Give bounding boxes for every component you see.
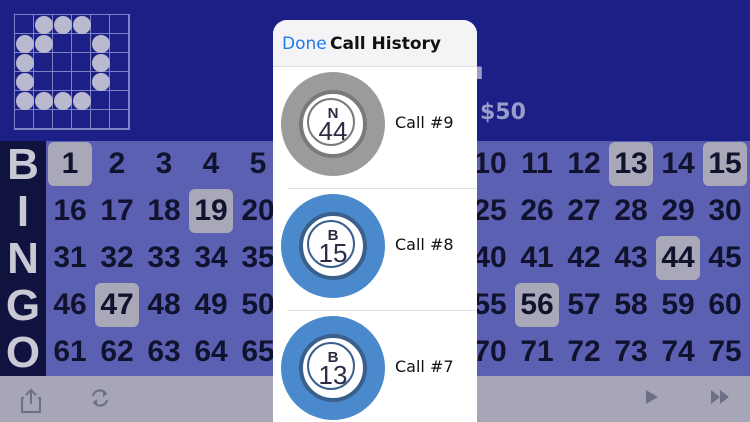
call-history-panel: Done Call History N 44 Call #9 B 15 Call #8 B 1…: [273, 20, 477, 422]
call-label: Call #8: [395, 235, 454, 254]
bingo-ball: B 13: [281, 316, 385, 420]
bingo-ball: B 15: [281, 194, 385, 298]
ball-center: B 15: [307, 220, 355, 268]
ball-center: B 13: [307, 342, 355, 390]
ball-ring: B 13: [299, 334, 367, 402]
ball-ring: B 15: [299, 212, 367, 280]
done-button[interactable]: Done: [282, 34, 327, 54]
call-label: Call #7: [395, 357, 454, 376]
ball-number: 15: [318, 238, 348, 268]
ball-center: N 44: [307, 98, 355, 146]
call-label: Call #9: [395, 113, 454, 132]
call-history-header: Done Call History: [273, 20, 477, 67]
ball-number: 44: [318, 116, 348, 146]
bingo-ball: N 44: [281, 72, 385, 176]
call-history-row[interactable]: B 15 Call #8: [273, 189, 477, 311]
ball-number: 13: [318, 360, 348, 390]
call-history-row[interactable]: B 13 Call #7: [273, 311, 477, 422]
ball-ring: N 44: [299, 90, 367, 158]
call-history-title: Call History: [330, 34, 441, 54]
call-history-row[interactable]: N 44 Call #9: [273, 67, 477, 189]
